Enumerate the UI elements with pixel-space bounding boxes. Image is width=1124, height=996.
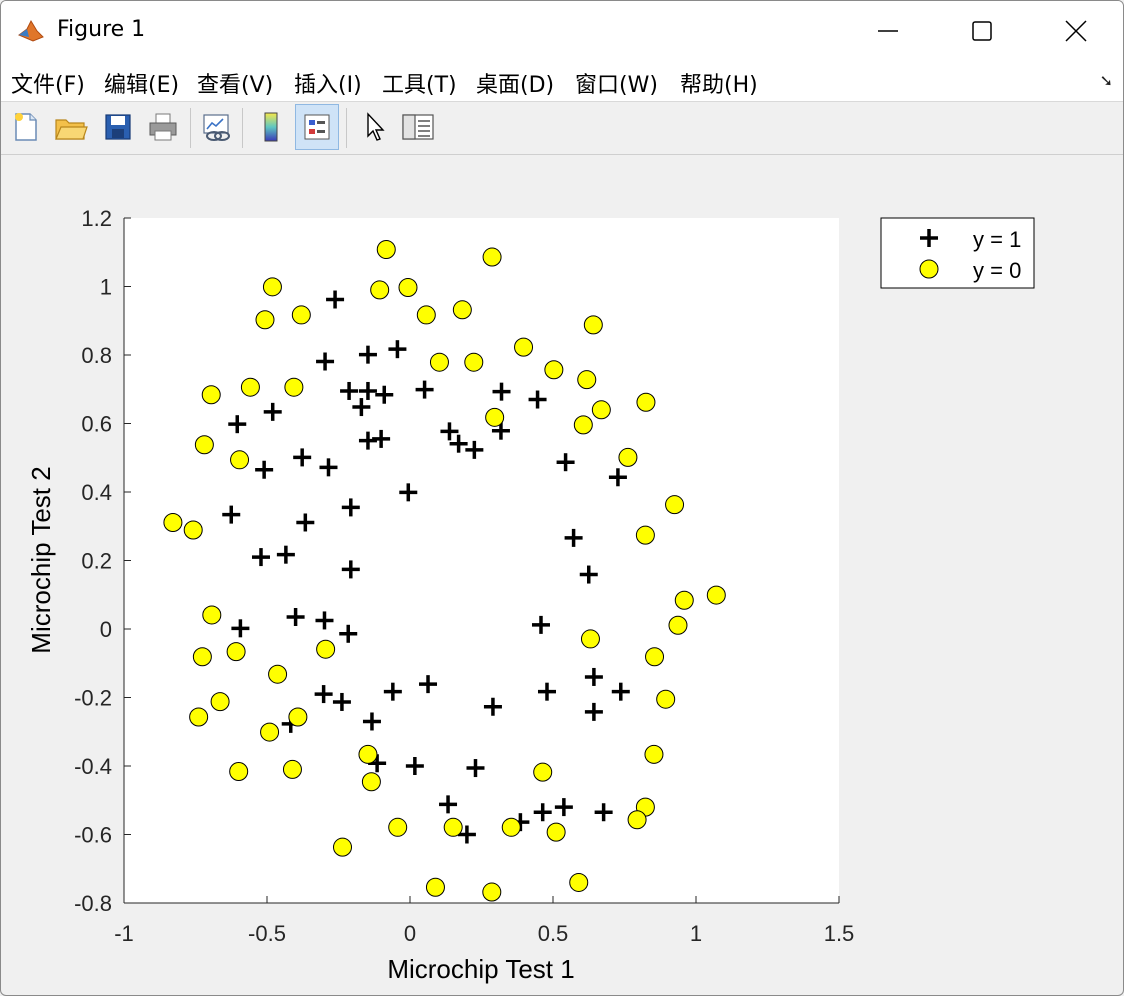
- y-axis-label: Microchip Test 2: [26, 466, 56, 653]
- data-point-negative: [268, 664, 288, 684]
- data-point-negative: [485, 407, 505, 427]
- data-point-negative: [635, 525, 655, 545]
- y-tick-label: 1.2: [81, 206, 112, 231]
- data-point-negative: [425, 877, 445, 897]
- data-point-negative: [416, 305, 436, 325]
- x-tick-label: 0: [404, 921, 416, 946]
- x-axis-label: Microchip Test 1: [387, 954, 574, 984]
- data-point-negative: [674, 590, 694, 610]
- data-point-negative: [665, 495, 685, 515]
- data-point-negative: [229, 761, 249, 781]
- data-point-negative: [388, 817, 408, 837]
- data-point-negative: [210, 692, 230, 712]
- y-tick-label: 0: [100, 617, 112, 642]
- data-point-negative: [580, 629, 600, 649]
- data-point-negative: [583, 315, 603, 335]
- y-tick-label: 0.4: [81, 480, 112, 505]
- data-point-negative: [240, 377, 260, 397]
- legend-label-negative: y = 0: [973, 258, 1021, 283]
- data-point-negative: [464, 352, 484, 372]
- data-point-negative: [189, 707, 209, 727]
- data-point-negative: [443, 817, 463, 837]
- data-point-negative: [282, 759, 302, 779]
- data-point-negative: [636, 392, 656, 412]
- data-point-negative: [291, 305, 311, 325]
- legend[interactable]: y = 1 y = 0: [880, 217, 1035, 289]
- x-tick-label: -1: [114, 921, 134, 946]
- data-point-negative: [370, 280, 390, 300]
- data-point-negative: [577, 370, 597, 390]
- y-tick-label: 0.2: [81, 549, 112, 574]
- data-point-negative: [573, 415, 593, 435]
- data-point-negative: [262, 277, 282, 297]
- data-point-negative: [201, 385, 221, 405]
- legend-label-positive: y = 1: [973, 227, 1021, 252]
- legend-marker-negative: [919, 259, 939, 279]
- data-point-negative: [645, 647, 665, 667]
- figure-window: Figure 1 文件(F) 编辑(E) 查看(V) 插入(I) 工具(T) 桌…: [0, 0, 1124, 996]
- data-point-negative: [255, 310, 275, 330]
- data-point-negative: [316, 639, 336, 659]
- data-point-negative: [627, 810, 647, 830]
- figure-canvas: -1 -0.5 0 0.5 1 1.5 -0.8 -0.6 -0.4 -0.2 0 0.2 0.4 0.6…: [26, 206, 1035, 984]
- data-point-negative: [482, 247, 502, 267]
- data-point-negative: [644, 744, 664, 764]
- data-point-negative: [546, 822, 566, 842]
- y-tick-label: -0.2: [74, 686, 112, 711]
- data-point-negative: [668, 615, 688, 635]
- data-point-negative: [591, 400, 611, 420]
- data-point-negative: [501, 817, 521, 837]
- axes-background: [124, 218, 839, 903]
- data-point-negative: [656, 689, 676, 709]
- data-point-negative: [260, 722, 280, 742]
- data-point-negative: [429, 352, 449, 372]
- data-point-negative: [482, 882, 502, 902]
- data-point-negative: [192, 647, 212, 667]
- data-point-negative: [230, 450, 250, 470]
- y-tick-label: 0.8: [81, 343, 112, 368]
- y-tick-label: 1: [100, 275, 112, 300]
- y-tick-label: 0.6: [81, 412, 112, 437]
- y-tick-label: -0.4: [74, 754, 112, 779]
- data-point-negative: [452, 300, 472, 320]
- data-point-negative: [533, 762, 553, 782]
- data-point-negative: [333, 837, 353, 857]
- data-point-negative: [183, 520, 203, 540]
- data-point-negative: [376, 240, 396, 260]
- data-point-negative: [618, 447, 638, 467]
- x-tick-label: 0.5: [538, 921, 569, 946]
- data-point-negative: [202, 605, 222, 625]
- x-tick-label: -0.5: [248, 921, 286, 946]
- data-point-negative: [284, 377, 304, 397]
- y-tick-label: -0.6: [74, 823, 112, 848]
- data-point-negative: [398, 278, 418, 298]
- data-point-negative: [163, 512, 183, 532]
- y-tick-label: -0.8: [74, 891, 112, 916]
- data-point-negative: [288, 707, 308, 727]
- data-point-negative: [544, 360, 564, 380]
- data-point-negative: [569, 872, 589, 892]
- data-point-negative: [706, 585, 726, 605]
- data-point-negative: [361, 772, 381, 792]
- data-point-negative: [226, 642, 246, 662]
- data-point-negative: [514, 337, 534, 357]
- x-tick-label: 1.5: [824, 921, 855, 946]
- data-point-negative: [358, 744, 378, 764]
- data-point-negative: [194, 435, 214, 455]
- x-tick-label: 1: [690, 921, 702, 946]
